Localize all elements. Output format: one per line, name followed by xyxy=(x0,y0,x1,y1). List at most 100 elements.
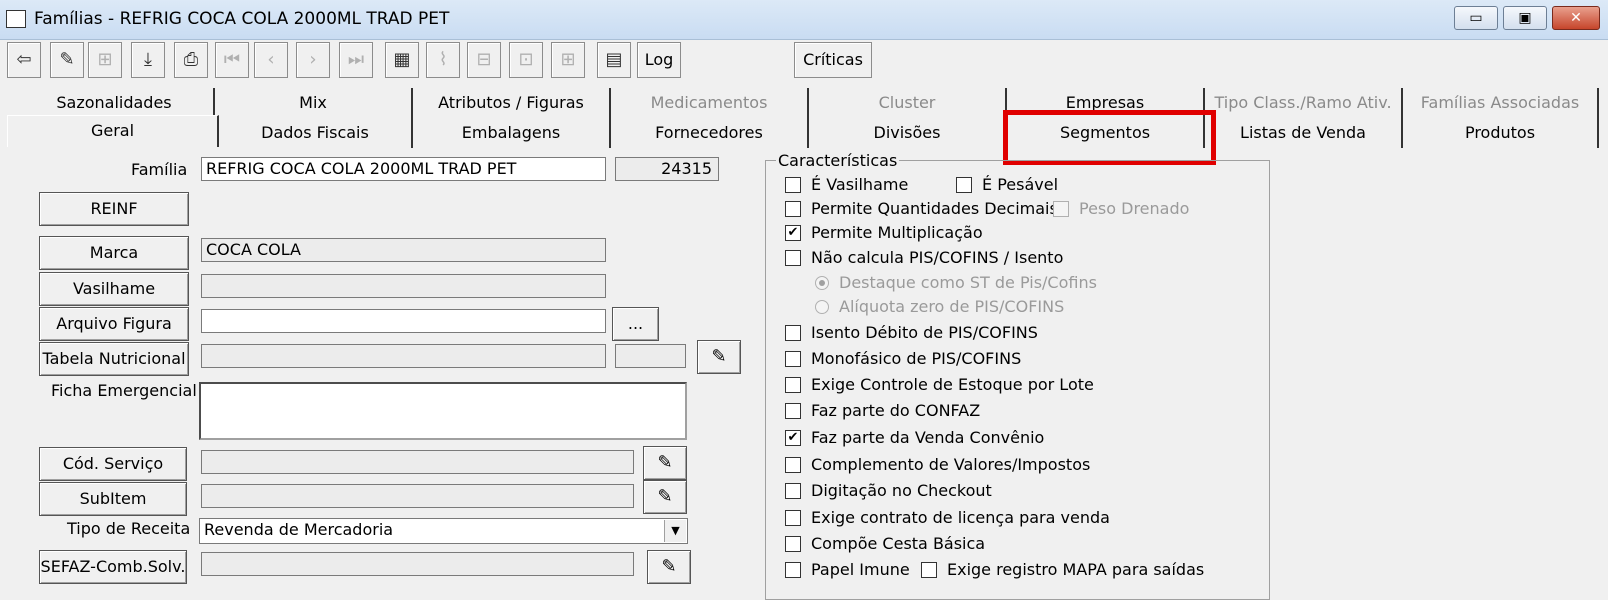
marca-button[interactable]: Marca xyxy=(39,236,189,270)
checkbox-permite-quantidades-decimais[interactable] xyxy=(785,201,801,217)
reinf-button[interactable]: REINF xyxy=(39,192,189,226)
tabela-nutricional-code-field[interactable] xyxy=(615,344,686,368)
sefaz-comb-solv-button[interactable]: SEFAZ-Comb.Solv. xyxy=(39,550,187,584)
tipo-receita-select[interactable]: Revenda de Mercadoria xyxy=(199,518,688,544)
label-permite-multiplicacao: Permite Multiplicação xyxy=(811,223,983,242)
checkbox-isento-debito[interactable] xyxy=(785,325,801,341)
tab-familias-associadas[interactable]: Famílias Associadas xyxy=(1403,88,1599,118)
tab-mix[interactable]: Mix xyxy=(215,88,413,118)
arquivo-figura-field[interactable] xyxy=(201,309,606,333)
tipo-receita-label: Tipo de Receita xyxy=(67,519,191,538)
label-contrato-licenca: Exige contrato de licença para venda xyxy=(811,508,1110,527)
ficha-emergencial-label: Ficha Emergencial xyxy=(51,381,197,400)
checkbox-monofasico[interactable] xyxy=(785,351,801,367)
exit-icon[interactable]: ⇦ xyxy=(7,42,41,78)
subitem-button[interactable]: SubItem xyxy=(39,482,187,516)
eraser-icon[interactable]: ✎ xyxy=(643,480,687,514)
vasilhame-button[interactable]: Vasilhame xyxy=(39,272,189,306)
eraser-icon[interactable]: ✎ xyxy=(697,340,741,374)
checkbox-nao-calcula-pis-cofins[interactable] xyxy=(785,250,801,266)
checkbox-complemento-valores[interactable] xyxy=(785,457,801,473)
label-complemento-valores: Complemento de Valores/Impostos xyxy=(811,455,1091,474)
log-button[interactable]: Log xyxy=(637,42,681,78)
checkbox-confaz[interactable] xyxy=(785,403,801,419)
tab-embalagens[interactable]: Embalagens xyxy=(413,118,611,148)
label-isento-debito: Isento Débito de PIS/COFINS xyxy=(811,323,1038,342)
cod-servico-field[interactable] xyxy=(201,450,634,474)
vasilhame-field[interactable] xyxy=(201,274,606,298)
label-permite-quantidades-decimais: Permite Quantidades Decimais xyxy=(811,199,1058,218)
checkbox-digitacao-checkout[interactable] xyxy=(785,483,801,499)
familia-code-field: 24315 xyxy=(615,157,719,181)
eraser-icon[interactable]: ✎ xyxy=(643,446,687,480)
label-confaz: Faz parte do CONFAZ xyxy=(811,401,981,420)
checkbox-e-vasilhame[interactable] xyxy=(785,177,801,193)
arquivo-figura-button[interactable]: Arquivo Figura xyxy=(39,307,189,341)
checkbox-contrato-licenca[interactable] xyxy=(785,510,801,526)
label-monofasico: Monofásico de PIS/COFINS xyxy=(811,349,1022,368)
label-e-vasilhame: É Vasilhame xyxy=(811,175,909,194)
layout1-icon[interactable]: ⊟ xyxy=(467,42,501,78)
familia-field[interactable]: REFRIG COCA COLA 2000ML TRAD PET xyxy=(201,157,606,181)
eraser-icon[interactable]: ✎ xyxy=(647,550,691,584)
radio-aliquota-zero[interactable] xyxy=(815,300,829,314)
tab-tipo-class[interactable]: Tipo Class./Ramo Ativ. xyxy=(1205,88,1403,118)
first-icon[interactable]: ⏮ xyxy=(215,42,249,78)
checkbox-permite-multiplicacao[interactable]: ✔ xyxy=(785,225,801,241)
checkbox-registro-mapa[interactable] xyxy=(921,562,937,578)
print-icon[interactable]: ⎙ xyxy=(174,42,208,78)
label-cesta-basica: Compõe Cesta Básica xyxy=(811,534,986,553)
tab-divisoes[interactable]: Divisões xyxy=(809,118,1007,148)
cod-servico-button[interactable]: Cód. Serviço xyxy=(39,447,187,481)
close-button[interactable]: ✕ xyxy=(1552,6,1600,30)
tab-medicamentos[interactable]: Medicamentos xyxy=(611,88,809,118)
marca-field[interactable]: COCA COLA xyxy=(201,238,606,262)
download-icon[interactable]: ⤓ xyxy=(131,42,165,78)
sefaz-comb-solv-field[interactable] xyxy=(201,552,634,576)
tab-dados-fiscais[interactable]: Dados Fiscais xyxy=(219,118,413,148)
tree-icon[interactable]: ⊞ xyxy=(88,42,122,78)
caracteristicas-title: Características xyxy=(776,151,900,170)
calendar-icon[interactable]: ▤ xyxy=(597,42,631,78)
checkbox-peso-drenado[interactable] xyxy=(1053,201,1069,217)
tabela-nutricional-field[interactable] xyxy=(201,344,606,368)
familia-label: Família xyxy=(131,160,188,179)
checkbox-controle-estoque-lote[interactable] xyxy=(785,377,801,393)
browse-button[interactable]: ... xyxy=(612,307,659,341)
checkbox-venda-convenio[interactable]: ✔ xyxy=(785,430,801,446)
tab-produtos[interactable]: Produtos xyxy=(1403,118,1599,148)
layout2-icon[interactable]: ⊡ xyxy=(509,42,543,78)
tab-cluster[interactable]: Cluster xyxy=(809,88,1007,118)
layout3-icon[interactable]: ⊞ xyxy=(551,42,585,78)
tab-sazonalidades[interactable]: Sazonalidades xyxy=(15,88,215,118)
checkbox-cesta-basica[interactable] xyxy=(785,536,801,552)
criticas-button[interactable]: Críticas xyxy=(794,42,872,78)
grid-icon[interactable]: ▦ xyxy=(385,42,419,78)
tab-listas-de-venda[interactable]: Listas de Venda xyxy=(1205,118,1403,148)
chevron-down-icon[interactable]: ▼ xyxy=(664,520,686,542)
label-venda-convenio: Faz parte da Venda Convênio xyxy=(811,428,1045,447)
maximize-button[interactable]: ▣ xyxy=(1503,6,1547,30)
minimize-button[interactable]: ▭ xyxy=(1454,6,1498,30)
tabela-nutricional-button[interactable]: Tabela Nutricional xyxy=(39,342,189,376)
chart-icon[interactable]: ⌇ xyxy=(426,42,460,78)
label-registro-mapa: Exige registro MAPA para saídas xyxy=(947,560,1205,579)
window-title: Famílias - REFRIG COCA COLA 2000ML TRAD … xyxy=(34,9,450,29)
prev-icon[interactable]: ‹ xyxy=(254,42,288,78)
segmentos-highlight-box xyxy=(1003,110,1216,165)
label-destaque-st: Destaque como ST de Pis/Cofins xyxy=(839,273,1097,292)
ficha-emergencial-textarea[interactable] xyxy=(199,382,687,440)
tab-fornecedores[interactable]: Fornecedores xyxy=(611,118,809,148)
label-e-pesavel: É Pesável xyxy=(982,175,1059,194)
tab-geral[interactable]: Geral xyxy=(7,115,219,147)
tab-atributos-figuras[interactable]: Atributos / Figuras xyxy=(413,88,611,118)
checkbox-e-pesavel[interactable] xyxy=(956,177,972,193)
label-peso-drenado: Peso Drenado xyxy=(1079,199,1190,218)
radio-destaque-st[interactable] xyxy=(815,276,829,290)
next-icon[interactable]: › xyxy=(296,42,330,78)
checkbox-papel-imune[interactable] xyxy=(785,562,801,578)
subitem-field[interactable] xyxy=(201,484,634,508)
eraser-icon[interactable]: ✎ xyxy=(50,42,84,78)
label-controle-estoque-lote: Exige Controle de Estoque por Lote xyxy=(811,375,1094,394)
last-icon[interactable]: ⏭ xyxy=(339,42,373,78)
